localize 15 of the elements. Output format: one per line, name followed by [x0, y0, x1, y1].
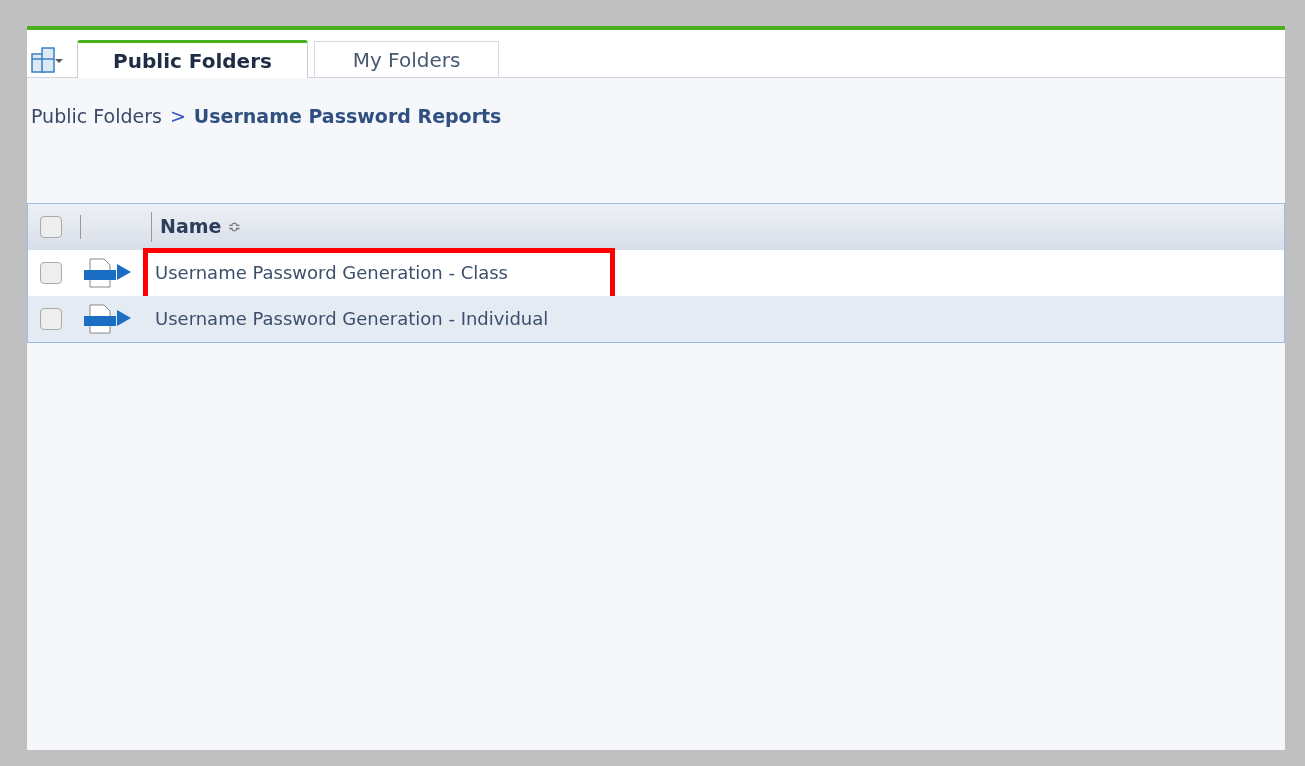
- row-checkbox[interactable]: [40, 307, 62, 330]
- tab[interactable]: My Folders: [314, 41, 499, 77]
- tab[interactable]: Public Folders: [77, 40, 308, 78]
- report-name[interactable]: Username Password Generation - Individual: [155, 305, 549, 332]
- table-row[interactable]: Username Password Generation - Class: [28, 249, 1284, 296]
- select-all-checkbox[interactable]: [40, 215, 62, 238]
- sort-icon[interactable]: ≎: [227, 214, 241, 239]
- breadcrumb-separator: >: [169, 104, 186, 129]
- folders-menu-icon[interactable]: [31, 45, 63, 73]
- breadcrumb-current: Username Password Reports: [193, 104, 502, 129]
- report-name[interactable]: Username Password Generation - Class: [155, 259, 508, 286]
- row-checkbox[interactable]: [40, 261, 62, 284]
- breadcrumb-link[interactable]: Public Folders: [31, 102, 162, 131]
- column-header[interactable]: Name: [160, 212, 222, 241]
- table-row[interactable]: Username Password Generation - Individual: [28, 295, 1284, 342]
